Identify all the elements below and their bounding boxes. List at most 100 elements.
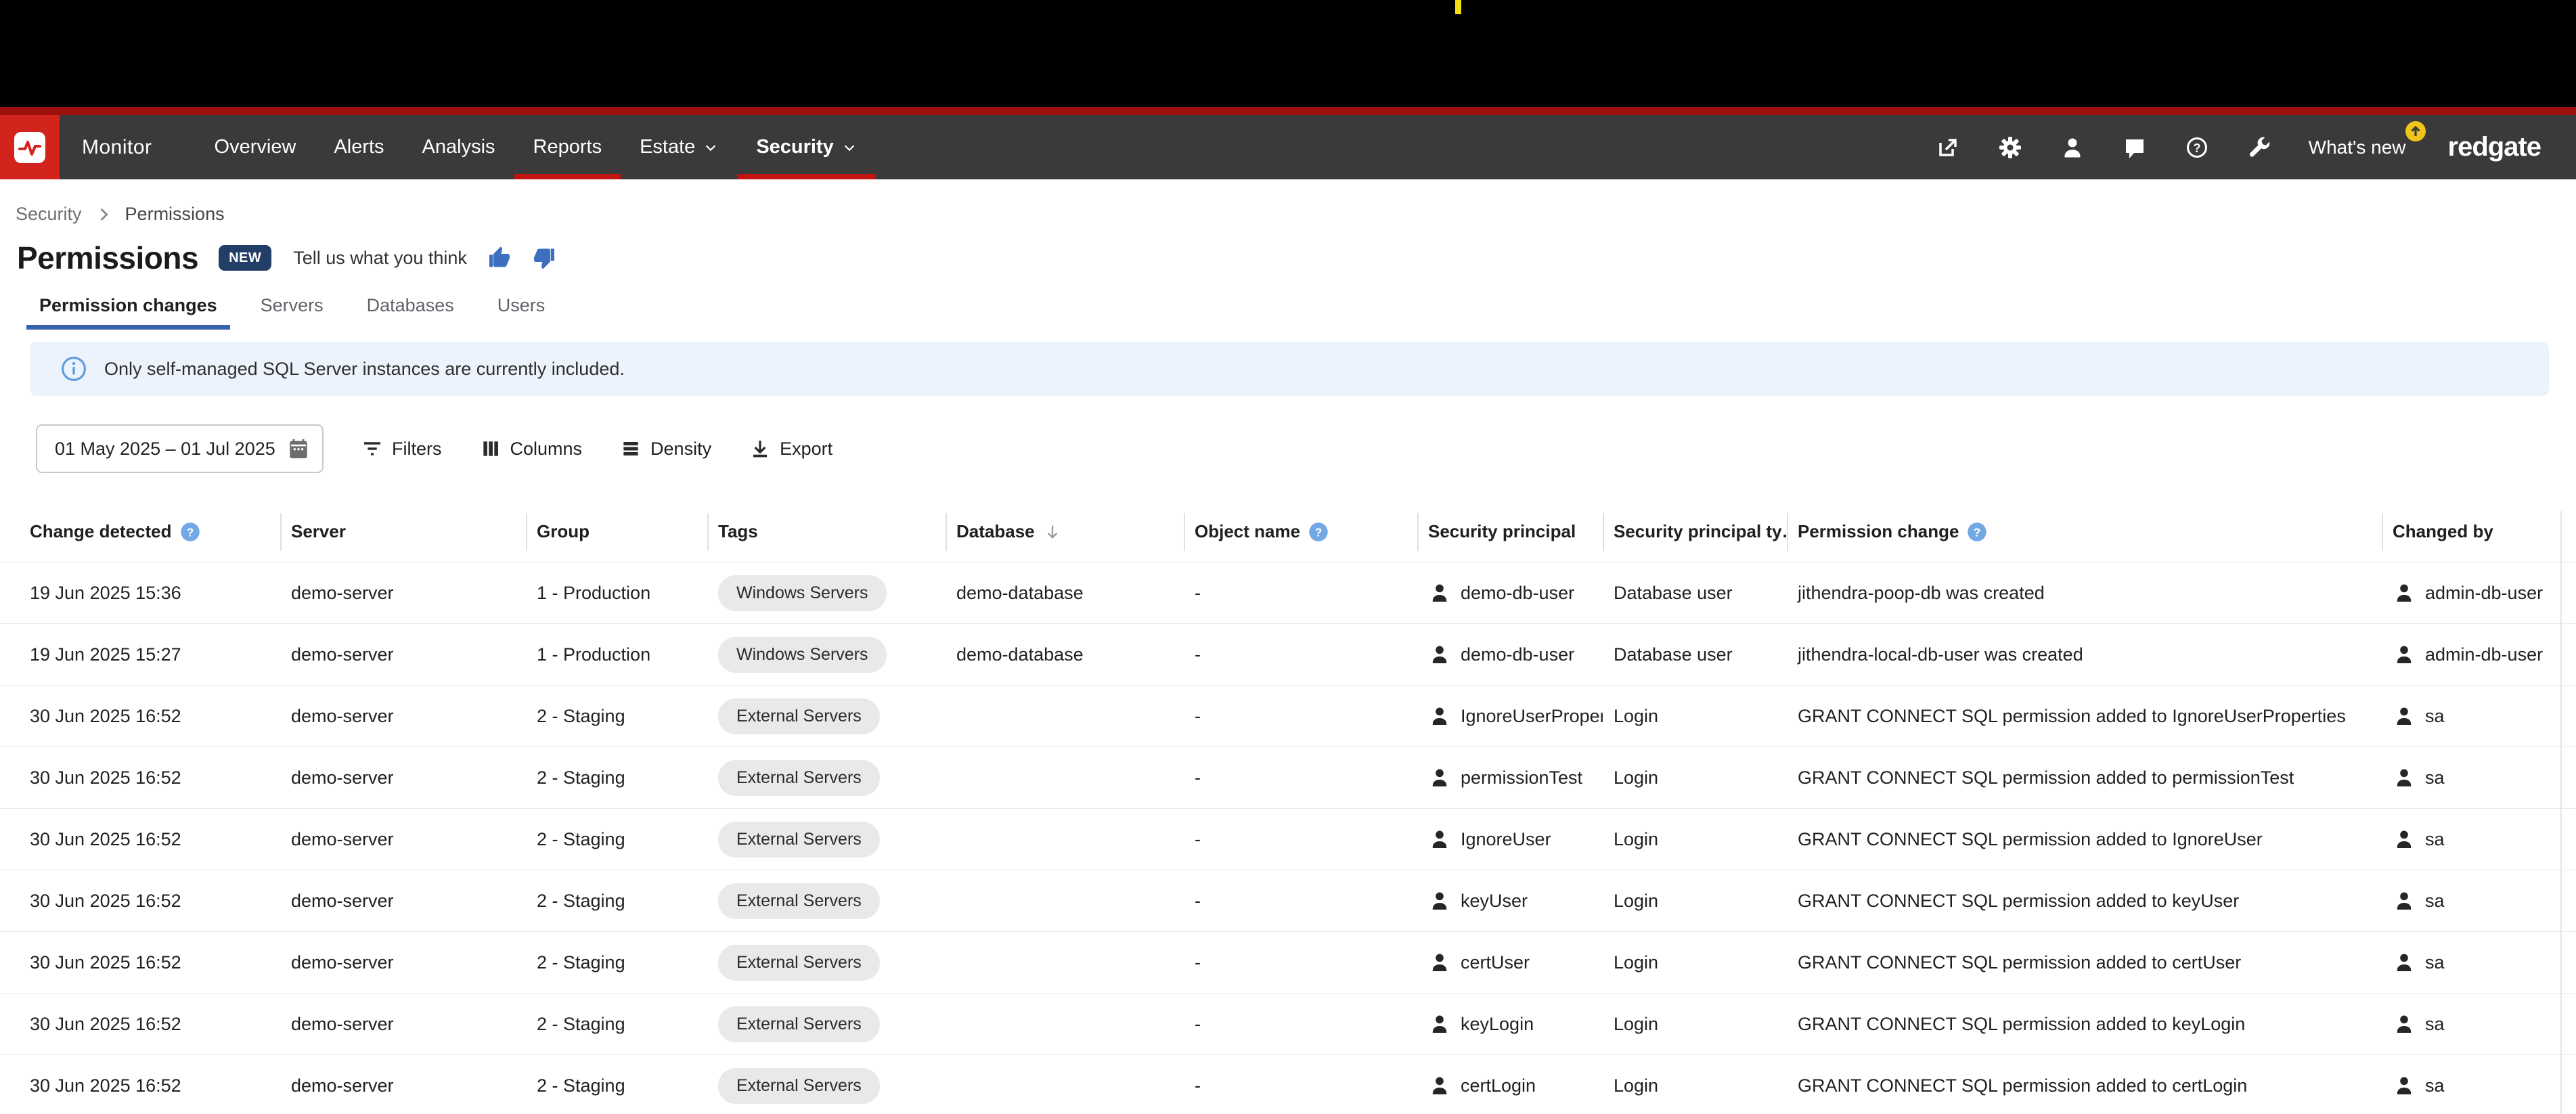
cell-changed-by: sa — [2382, 870, 2576, 931]
column-header-group[interactable]: Group — [526, 513, 707, 551]
columns-button[interactable]: Columns — [480, 438, 583, 460]
cell-change-detected: 30 Jun 2025 16:52 — [0, 809, 280, 870]
admin-tools-wrench-icon[interactable] — [2246, 135, 2272, 160]
cell-group: 2 - Staging — [526, 932, 707, 993]
nav-item-estate[interactable]: Estate — [621, 115, 737, 179]
cell-tags: External Servers — [707, 809, 946, 870]
column-header-database[interactable]: Database — [946, 513, 1184, 551]
security-principal-name: keyUser — [1461, 891, 1528, 912]
svg-text:?: ? — [1315, 525, 1323, 539]
tab-permission-changes[interactable]: Permission changes — [26, 295, 230, 330]
column-header-changed-by[interactable]: Changed by — [2382, 513, 2576, 551]
table-row[interactable]: 30 Jun 2025 16:52 demo-server 2 - Stagin… — [0, 870, 2576, 932]
column-header-security-principal-ty[interactable]: Security principal ty… — [1603, 513, 1787, 551]
tab-databases[interactable]: Databases — [354, 295, 467, 330]
cell-security-principal: IgnoreUser — [1417, 809, 1603, 870]
help-icon[interactable]: ? — [1967, 522, 1987, 542]
breadcrumb-security[interactable]: Security — [16, 204, 82, 225]
cell-change-detected: 30 Jun 2025 16:52 — [0, 747, 280, 808]
nav-item-reports[interactable]: Reports — [514, 115, 621, 179]
sort-desc-icon[interactable] — [1043, 522, 1062, 541]
table-row[interactable]: 19 Jun 2025 15:27 demo-server 1 - Produc… — [0, 624, 2576, 686]
tab-label: Databases — [367, 295, 454, 315]
person-icon — [1428, 766, 1451, 789]
nav-item-label: Overview — [215, 136, 296, 158]
table-row[interactable]: 30 Jun 2025 16:52 demo-server 2 - Stagin… — [0, 809, 2576, 870]
open-in-new-glyph — [1936, 135, 1960, 160]
help-icon[interactable]: ? — [180, 522, 200, 542]
table-row[interactable]: 30 Jun 2025 16:52 demo-server 2 - Stagin… — [0, 994, 2576, 1055]
cell-database — [946, 686, 1184, 747]
tag-chip: Windows Servers — [718, 637, 887, 673]
tag-chip: External Servers — [718, 822, 880, 857]
whats-new-label: What's new — [2309, 137, 2406, 158]
cell-database: demo-database — [946, 624, 1184, 685]
tab-bar: Permission changes Servers Databases Use… — [26, 295, 2576, 330]
nav-item-label: Analysis — [422, 136, 495, 158]
column-header-server[interactable]: Server — [280, 513, 526, 551]
cell-change-detected: 30 Jun 2025 16:52 — [0, 1055, 280, 1114]
tab-servers[interactable]: Servers — [248, 295, 336, 330]
column-header-label: Object name — [1195, 521, 1300, 542]
density-button[interactable]: Density — [620, 438, 711, 460]
filters-button[interactable]: Filters — [361, 438, 442, 460]
browser-chrome-band — [0, 0, 2576, 107]
cell-security-principal-type: Login — [1603, 1055, 1787, 1114]
date-range-picker[interactable]: 01 May 2025 – 01 Jul 2025 — [36, 424, 324, 473]
redgate-monitor-logo[interactable] — [0, 115, 60, 179]
person-icon — [2393, 705, 2416, 728]
table-row[interactable]: 30 Jun 2025 16:52 demo-server 2 - Stagin… — [0, 686, 2576, 747]
cell-security-principal: keyUser — [1417, 870, 1603, 931]
table-row[interactable]: 30 Jun 2025 16:52 demo-server 2 - Stagin… — [0, 1055, 2576, 1114]
columns-icon — [480, 438, 502, 460]
column-header-tags[interactable]: Tags — [707, 513, 946, 551]
page-title-row: Permissions NEW Tell us what you think — [17, 240, 2576, 276]
feedback-chat-icon[interactable] — [2122, 135, 2148, 160]
user-account-icon[interactable] — [2060, 135, 2085, 160]
column-header-permission-change[interactable]: Permission change ? — [1787, 513, 2382, 551]
cell-object-name: - — [1184, 809, 1417, 870]
cell-server: demo-server — [280, 809, 526, 870]
date-range-value: 01 May 2025 – 01 Jul 2025 — [55, 439, 275, 460]
nav-item-security[interactable]: Security — [737, 115, 875, 179]
table-row[interactable]: 19 Jun 2025 15:36 demo-server 1 - Produc… — [0, 562, 2576, 624]
table-header: Change detected ? Server Group Tags Data… — [0, 502, 2576, 562]
cell-server: demo-server — [280, 1055, 526, 1114]
column-header-change-detected[interactable]: Change detected ? — [0, 513, 280, 551]
cell-security-principal: keyLogin — [1417, 994, 1603, 1054]
redgate-wordmark[interactable]: redgate — [2448, 132, 2541, 162]
column-header-label: Server — [291, 521, 346, 542]
cell-database: demo-database — [946, 562, 1184, 623]
thumbs-up-icon[interactable] — [487, 246, 512, 270]
column-header-label: Tags — [718, 521, 758, 542]
filters-label: Filters — [392, 439, 442, 460]
cell-tags: External Servers — [707, 994, 946, 1054]
nav-item-analysis[interactable]: Analysis — [403, 115, 514, 179]
page-title: Permissions — [17, 240, 198, 276]
cell-security-principal: certLogin — [1417, 1055, 1603, 1114]
person-icon — [1428, 643, 1451, 666]
table-row[interactable]: 30 Jun 2025 16:52 demo-server 2 - Stagin… — [0, 932, 2576, 994]
tab-label: Users — [497, 295, 546, 315]
export-button[interactable]: Export — [749, 438, 832, 460]
cell-change-detected: 19 Jun 2025 15:36 — [0, 562, 280, 623]
column-header-security-principal[interactable]: Security principal — [1417, 513, 1603, 551]
help-icon[interactable]: ? — [2184, 135, 2210, 160]
nav-item-alerts[interactable]: Alerts — [315, 115, 403, 179]
table-right-rule — [2560, 511, 2562, 1114]
tab-users[interactable]: Users — [485, 295, 558, 330]
export-label: Export — [780, 439, 832, 460]
open-in-new-icon[interactable] — [1935, 135, 1961, 160]
whats-new-link[interactable]: What's new — [2309, 137, 2412, 158]
help-icon[interactable]: ? — [1308, 522, 1329, 542]
svg-text:?: ? — [2193, 141, 2200, 155]
thumbs-down-icon[interactable] — [532, 246, 556, 270]
cell-database — [946, 870, 1184, 931]
tag-chip: External Servers — [718, 698, 880, 734]
column-header-object-name[interactable]: Object name ? — [1184, 513, 1417, 551]
table-row[interactable]: 30 Jun 2025 16:52 demo-server 2 - Stagin… — [0, 747, 2576, 809]
nav-item-overview[interactable]: Overview — [196, 115, 315, 179]
nav-item-label: Reports — [533, 136, 602, 158]
settings-gear-icon[interactable] — [1997, 135, 2023, 160]
info-icon — [61, 356, 87, 382]
